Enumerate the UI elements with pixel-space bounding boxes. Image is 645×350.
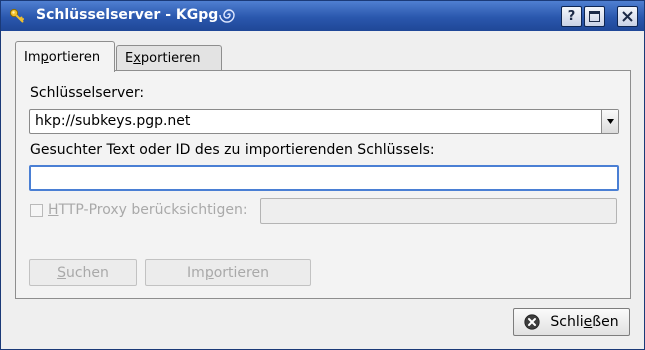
close-window-button[interactable] [617, 6, 638, 27]
import-button[interactable]: Im p ortieren [145, 259, 311, 286]
keyserver-dialog: Schlüsselserver - KGpg ? Importieren Exp… [0, 0, 645, 350]
close-button-label: Schließen [550, 314, 619, 330]
close-circle-icon [524, 314, 541, 330]
proxy-row: HTTP-Proxy berücksichtigen: [29, 197, 622, 225]
proxy-checkbox[interactable] [30, 204, 43, 217]
help-icon: ? [567, 9, 576, 24]
search-label: Gesuchter Text oder ID des zu importiere… [30, 142, 435, 158]
close-icon [622, 11, 633, 22]
chevron-down-icon [606, 119, 614, 124]
import-panel: Schlüsselserver: hkp://subkeys.pgp.net G… [15, 70, 631, 299]
tab-label: Importieren [24, 49, 101, 65]
search-button[interactable]: Suchen [29, 259, 137, 286]
close-button[interactable]: Schließen [513, 308, 630, 336]
search-input[interactable] [29, 165, 619, 191]
server-label: Schlüsselserver: [30, 85, 145, 101]
server-combobox[interactable]: hkp://subkeys.pgp.net [29, 109, 619, 134]
server-value: hkp://subkeys.pgp.net [35, 113, 191, 129]
tab-label: Exportieren [125, 51, 201, 66]
proxy-field[interactable] [260, 198, 617, 224]
maximize-button[interactable] [584, 6, 605, 27]
kde-spiral-icon [219, 9, 235, 23]
proxy-label: HTTP-Proxy berücksichtigen: [48, 202, 248, 218]
tab-importieren[interactable]: Importieren [15, 41, 115, 72]
window-title: Schlüsselserver - KGpg [36, 7, 219, 23]
tab-exportieren[interactable]: Exportieren [116, 45, 222, 71]
maximize-icon [589, 11, 600, 22]
help-button[interactable]: ? [561, 6, 582, 27]
dropdown-button[interactable] [601, 110, 618, 133]
title-bar[interactable]: Schlüsselserver - KGpg ? [1, 1, 644, 31]
key-icon [9, 8, 24, 23]
